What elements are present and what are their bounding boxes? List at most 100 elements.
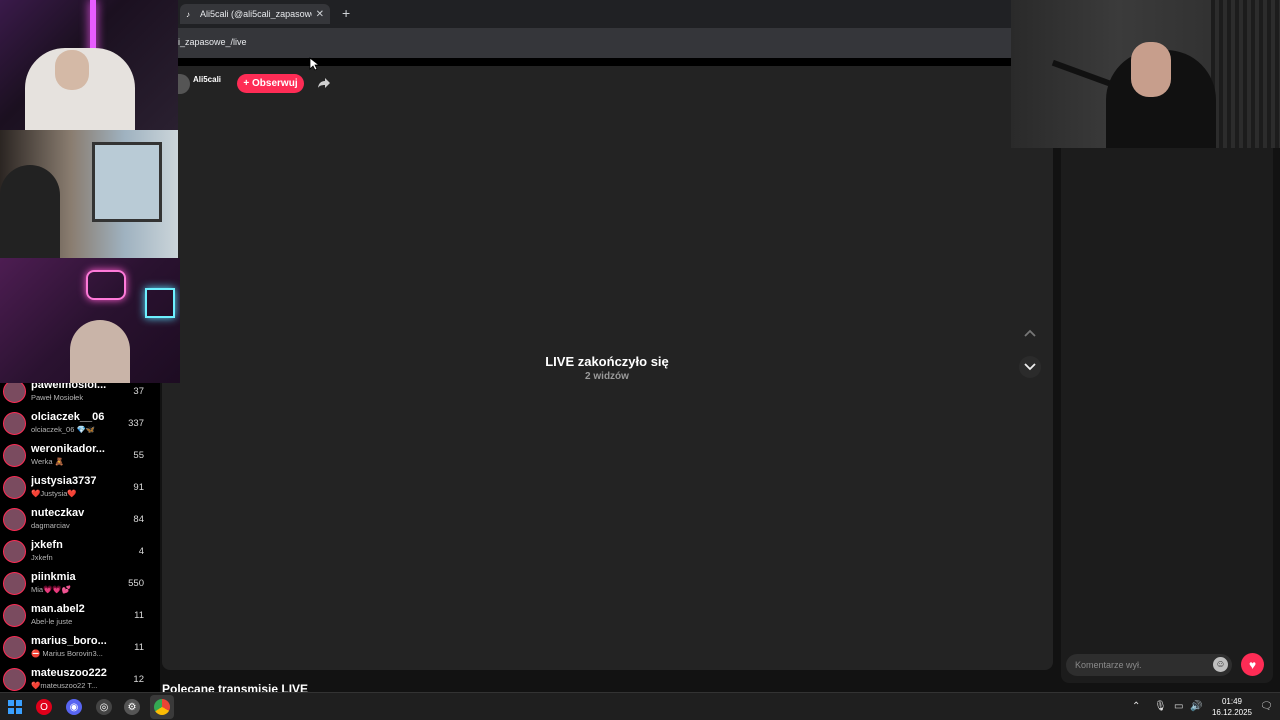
display-name: Werka 🧸 — [31, 457, 64, 466]
neon-sign — [145, 288, 175, 318]
screen: ♪ Ali5cali (@ali5cali_zapasowe_) je ✕ + … — [0, 0, 1280, 720]
network-icon[interactable]: ▭ — [1174, 701, 1183, 712]
display-name: Abel-le juste — [31, 617, 73, 626]
display-name: Paweł Mosiołek — [31, 393, 84, 402]
chrome-icon[interactable] — [154, 699, 170, 715]
list-item[interactable]: marius_boro... ⛔ Marius Borovin3... 11 — [0, 632, 160, 664]
list-item[interactable]: mateuszoo222 ❤️mateuszoo22 T... 12 — [0, 664, 160, 692]
following-list: pawelmosiol... Paweł Mosiołek 37 olciacz… — [0, 383, 160, 692]
list-item[interactable]: olciaczek__06 olciaczek_06 💎🦋 337 — [0, 408, 160, 440]
viewer-count: 337 — [128, 418, 144, 429]
clock-date: 16.12.2025 — [1211, 708, 1253, 717]
username: man.abel2 — [31, 603, 85, 615]
live-ended-text: LIVE zakończyło się — [545, 354, 669, 369]
address-bar[interactable]: i_zapasowe_/live — [178, 28, 1011, 58]
username: olciaczek__06 — [31, 411, 105, 423]
display-name: ❤️mateuszoo22 T... — [31, 681, 98, 690]
chevron-down-icon[interactable] — [1019, 356, 1041, 378]
new-tab-button[interactable]: + — [342, 6, 350, 20]
webcam-feed-2 — [0, 130, 178, 258]
viewer-count: 550 — [128, 578, 144, 589]
viewer-count: 84 — [133, 514, 144, 525]
list-item[interactable]: justysia3737 ❤️Justysia❤️ 91 — [0, 472, 160, 504]
viewer-count: 4 — [138, 546, 144, 557]
discord-icon[interactable]: ◉ — [66, 699, 82, 715]
list-item[interactable]: piinkmia Mia💗💗💕 550 — [0, 568, 160, 600]
tiktok-icon: ♪ — [186, 9, 190, 19]
recommended-heading: Polecane transmisje LIVE — [162, 682, 309, 692]
emoji-icon[interactable]: ☺ — [1213, 657, 1228, 672]
username: weronikador... — [31, 443, 105, 455]
viewer-count: 37 — [133, 386, 144, 397]
viewer-count: 11 — [134, 642, 144, 653]
heart-icon[interactable]: ♥ — [1241, 653, 1264, 676]
chevron-up-icon[interactable] — [1019, 322, 1041, 344]
display-name: Mia💗💗💕 — [31, 585, 72, 594]
tab-close-icon[interactable]: ✕ — [316, 9, 324, 20]
viewer-count: 12 — [133, 674, 144, 685]
browser-tab[interactable]: ♪ Ali5cali (@ali5cali_zapasowe_) je ✕ — [180, 4, 330, 24]
browser-tabbar: ♪ Ali5cali (@ali5cali_zapasowe_) je ✕ + — [178, 0, 1011, 28]
list-item[interactable]: man.abel2 Abel-le juste 11 — [0, 600, 160, 632]
person-head — [55, 50, 89, 90]
display-name: ❤️Justysia❤️ — [31, 489, 77, 498]
opera-icon[interactable]: O — [36, 699, 52, 715]
list-item[interactable]: pawelmosiol... Paweł Mosiołek 37 — [0, 383, 160, 408]
volume-icon[interactable]: 🔊 — [1190, 701, 1202, 712]
divider — [178, 58, 1011, 66]
chat-panel — [1061, 148, 1273, 683]
username: mateuszoo222 — [31, 667, 107, 679]
webcam-feed-1 — [0, 0, 178, 130]
viewer-count: 55 — [133, 450, 144, 461]
username: marius_boro... — [31, 635, 107, 647]
webcam-feed-4 — [1011, 0, 1280, 148]
chevron-up-icon[interactable]: ⌃ — [1132, 701, 1140, 712]
avatar — [3, 444, 26, 467]
tab-title: Ali5cali (@ali5cali_zapasowe_) je — [200, 9, 312, 19]
list-item[interactable]: weronikador... Werka 🧸 55 — [0, 440, 160, 472]
person-head — [1131, 42, 1171, 97]
clock[interactable]: 01:49 16.12.2025 — [1208, 696, 1256, 718]
clock-time: 01:49 — [1221, 697, 1243, 706]
microphone-icon[interactable]: 🎙 — [1154, 701, 1167, 712]
settings-icon[interactable]: ⚙ — [124, 699, 140, 715]
avatar — [3, 476, 26, 499]
mouse-cursor-icon — [309, 57, 319, 71]
avatar — [3, 604, 26, 627]
neon-sign — [86, 270, 126, 300]
share-icon[interactable] — [317, 76, 331, 90]
avatar — [3, 572, 26, 595]
viewer-count: 2 widzów — [585, 371, 629, 382]
windows-start-icon[interactable] — [7, 699, 23, 715]
avatar — [3, 540, 26, 563]
display-name: dagmarciav — [31, 521, 70, 530]
webcam-feed-3 — [0, 258, 180, 383]
username: piinkmia — [31, 571, 76, 583]
avatar — [3, 508, 26, 531]
username: justysia3737 — [31, 475, 97, 487]
avatar — [3, 383, 26, 403]
avatar — [3, 636, 26, 659]
url-text[interactable]: i_zapasowe_/live — [178, 37, 247, 47]
comment-input[interactable]: Komentarze wył. — [1066, 654, 1232, 676]
taskbar: O ◉ ◎ ⚙ ⌃ 🎙 ▭ 🔊 01:49 16.12.2025 🗨 — [0, 692, 1280, 720]
list-item[interactable]: nuteczkav dagmarciav 84 — [0, 504, 160, 536]
list-item[interactable]: jxkefn Jxkefn 4 — [0, 536, 160, 568]
follow-button[interactable]: + Obserwuj — [237, 74, 304, 93]
app-icon[interactable]: ◎ — [96, 699, 112, 715]
notification-icon[interactable]: 🗨 — [1260, 701, 1273, 712]
display-name: Jxkefn — [31, 553, 53, 562]
username: nuteczkav — [31, 507, 85, 519]
host-name[interactable]: Ali5cali — [193, 75, 221, 84]
acoustic-foam — [1211, 0, 1280, 148]
username: pawelmosiol... — [31, 383, 107, 391]
display-name: ⛔ Marius Borovin3... — [31, 649, 103, 658]
microphone-arm — [1051, 59, 1111, 87]
display-name: olciaczek_06 💎🦋 — [31, 425, 96, 434]
username: jxkefn — [31, 539, 63, 551]
person — [70, 320, 130, 383]
window — [92, 142, 162, 222]
viewer-count: 11 — [134, 610, 144, 621]
viewer-count: 91 — [133, 482, 144, 493]
avatar — [3, 412, 26, 435]
